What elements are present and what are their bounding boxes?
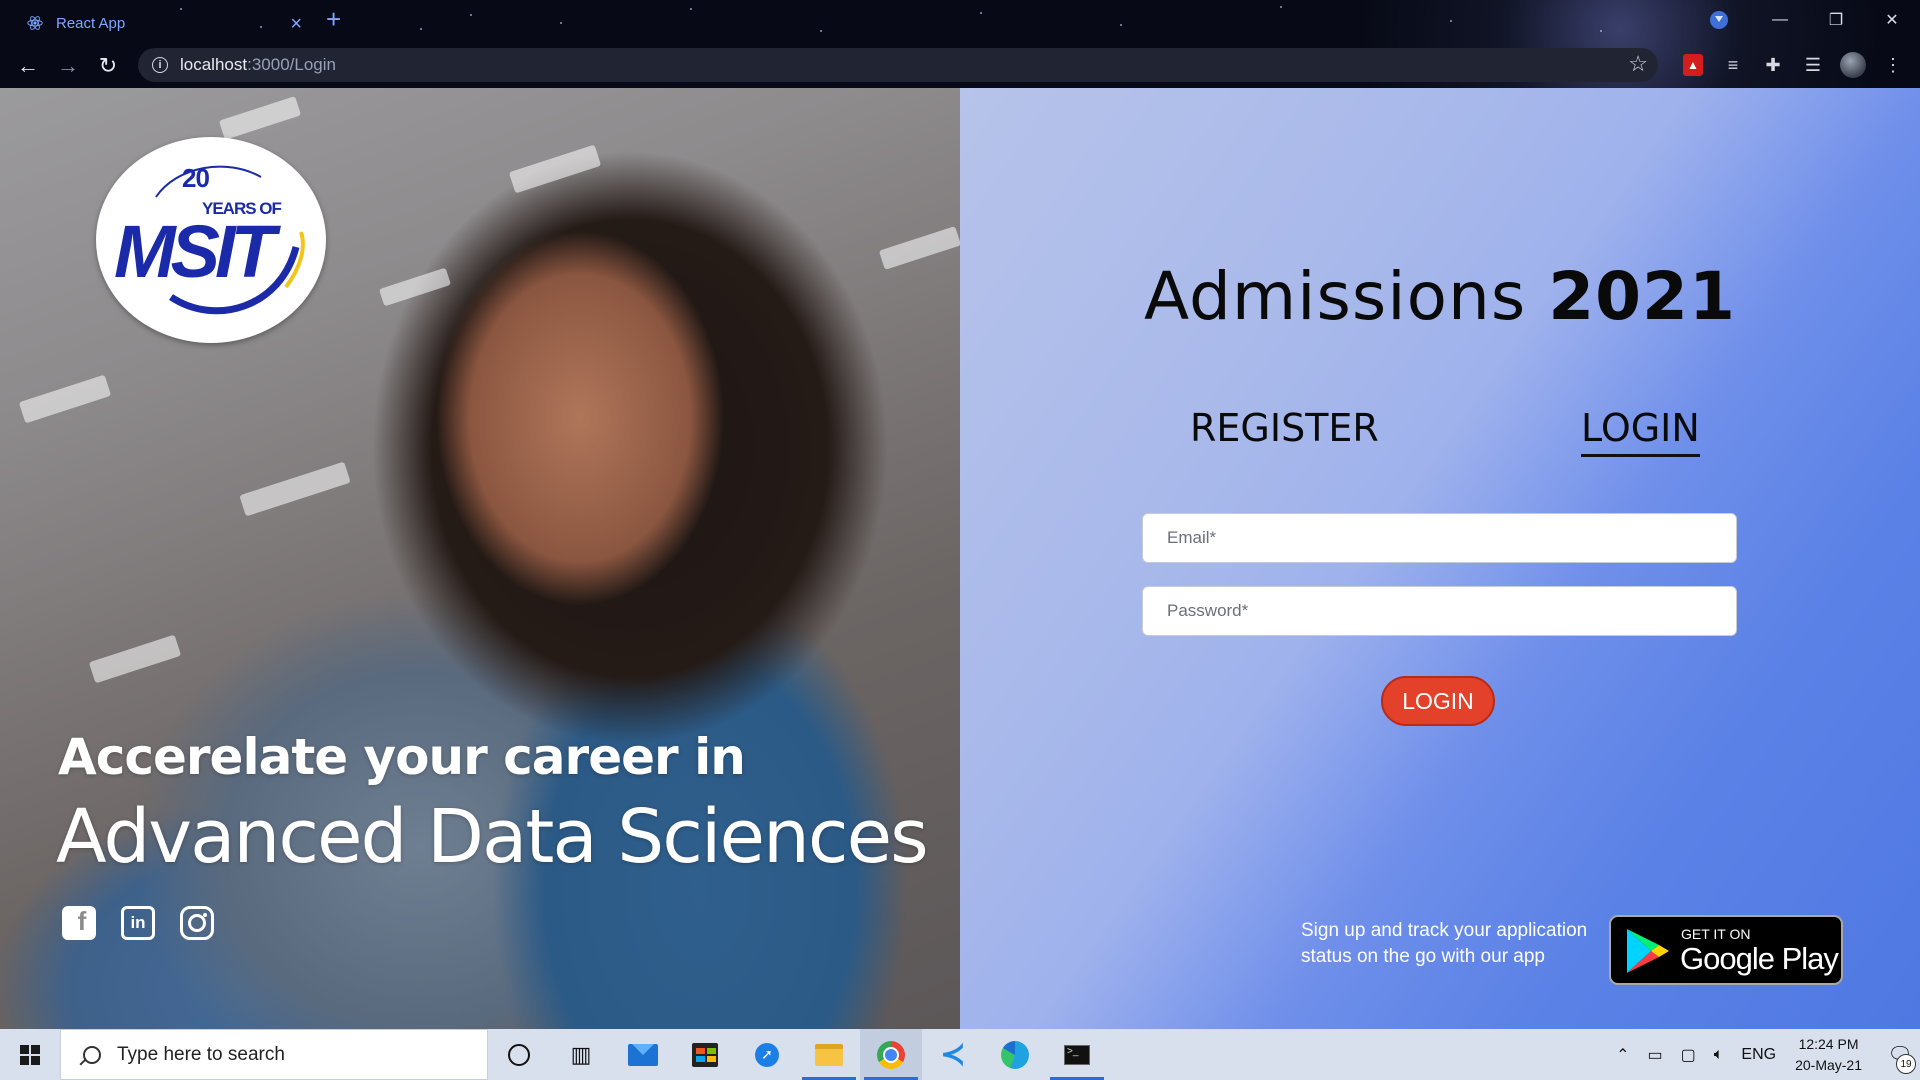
- back-icon[interactable]: ←: [8, 53, 48, 79]
- admissions-panel: Admissions 2021 REGISTER LOGIN LOGIN Sig…: [960, 88, 1920, 1029]
- login-button[interactable]: LOGIN: [1381, 676, 1495, 726]
- terminal-icon[interactable]: >_: [1046, 1029, 1108, 1080]
- react-icon: [27, 16, 43, 30]
- cortana-icon[interactable]: [488, 1029, 550, 1080]
- email-field[interactable]: [1142, 513, 1737, 563]
- new-tab-icon[interactable]: +: [326, 4, 341, 35]
- bookmark-star-icon[interactable]: ☆: [1628, 51, 1648, 77]
- tab-close-icon[interactable]: ×: [290, 13, 302, 36]
- url-path: :3000/Login: [247, 55, 336, 74]
- window-controls: — ❐ ✕: [1752, 0, 1920, 40]
- menu-kebab-icon[interactable]: ⋮: [1878, 50, 1908, 80]
- title-prefix: Admissions: [1144, 258, 1527, 335]
- clock-date: 20-May-21: [1795, 1056, 1862, 1073]
- app-promo-text: Sign up and track your application statu…: [1301, 920, 1588, 967]
- facebook-icon[interactable]: f: [62, 906, 96, 940]
- google-play-icon: [1627, 929, 1669, 973]
- instagram-icon[interactable]: [180, 906, 214, 940]
- start-button[interactable]: [0, 1029, 60, 1080]
- social-links: f in: [62, 906, 214, 940]
- logo-name: MSIT: [114, 210, 276, 293]
- store-small-text: GET IT ON: [1681, 926, 1751, 942]
- profile-download-icon[interactable]: [1710, 11, 1728, 29]
- hero-section: 20 YEARS OF MSIT Accerelate your career …: [0, 88, 960, 1029]
- chrome-icon[interactable]: [860, 1029, 922, 1080]
- volume-icon[interactable]: 🔈︎: [1714, 1046, 1724, 1064]
- notification-count-badge: 19: [1896, 1054, 1916, 1074]
- browser-chrome: React App × + — ❐ ✕ ← → ↻ i localhost:30…: [0, 0, 1920, 88]
- url-text: localhost:3000/Login: [180, 55, 336, 75]
- clock[interactable]: 12:24 PM 20-May-21: [1795, 1034, 1862, 1076]
- search-placeholder: Type here to search: [117, 1043, 285, 1065]
- mail-icon[interactable]: [612, 1029, 674, 1080]
- restore-icon[interactable]: ❐: [1808, 10, 1864, 30]
- url-host: localhost: [180, 55, 248, 74]
- address-bar[interactable]: i localhost:3000/Login ☆: [138, 48, 1658, 82]
- taskbar-search[interactable]: Type here to search: [60, 1029, 488, 1080]
- pdf-extension-icon[interactable]: ▲: [1678, 50, 1708, 80]
- vscode-icon[interactable]: ≺: [922, 1029, 984, 1080]
- browser-alt-icon[interactable]: ➚: [736, 1029, 798, 1080]
- search-icon: [83, 1045, 101, 1064]
- edge-icon[interactable]: [984, 1029, 1046, 1080]
- page-title: Admissions 2021: [1144, 258, 1736, 335]
- notification-center-icon[interactable]: 🗨︎ 19: [1880, 1029, 1920, 1080]
- media-queue-icon[interactable]: ☰: [1798, 50, 1828, 80]
- store-big-text: Google Play: [1680, 941, 1839, 976]
- file-explorer-icon[interactable]: [798, 1029, 860, 1080]
- tab-title: React App: [56, 14, 126, 32]
- msit-logo: 20 YEARS OF MSIT: [96, 137, 326, 343]
- tray-expand-icon[interactable]: ⌃: [1616, 1045, 1629, 1065]
- store-icon[interactable]: [674, 1029, 736, 1080]
- browser-toolbar: ← → ↻ i localhost:3000/Login ☆: [0, 44, 1920, 88]
- extensions-puzzle-icon[interactable]: ✚: [1758, 50, 1788, 80]
- google-play-badge[interactable]: GET IT ON Google Play: [1609, 915, 1843, 985]
- reload-icon[interactable]: ↻: [88, 53, 128, 79]
- system-tray: ⌃ ▭ ▢ 🔈︎ ENG 12:24 PM 20-May-21 🗨︎ 19: [1607, 1029, 1920, 1080]
- title-year: 2021: [1548, 258, 1736, 335]
- reading-list-icon[interactable]: ≡: [1718, 50, 1748, 80]
- windows-taskbar: Type here to search ▥ ➚ ≺ >_ ⌃ ▭ ▢ 🔈︎ EN…: [0, 1029, 1920, 1080]
- tab-login[interactable]: LOGIN: [1581, 406, 1700, 457]
- browser-tab[interactable]: React App ×: [12, 6, 312, 40]
- auth-tabs: REGISTER LOGIN: [960, 406, 1920, 466]
- close-window-icon[interactable]: ✕: [1864, 10, 1920, 30]
- password-field[interactable]: [1142, 586, 1737, 636]
- hero-tagline-line1: Accerelate your career in: [58, 728, 746, 786]
- battery-icon[interactable]: ▭: [1648, 1045, 1663, 1065]
- profile-avatar[interactable]: [1838, 50, 1868, 80]
- windows-logo-icon: [20, 1044, 40, 1065]
- logo-number: 20: [182, 163, 210, 193]
- linkedin-icon[interactable]: in: [121, 906, 155, 940]
- tab-register[interactable]: REGISTER: [1190, 406, 1379, 450]
- site-info-icon[interactable]: i: [152, 57, 168, 73]
- task-view-icon[interactable]: ▥: [550, 1029, 612, 1080]
- network-icon[interactable]: ▢: [1681, 1045, 1696, 1065]
- minimize-icon[interactable]: —: [1752, 11, 1808, 29]
- language-indicator[interactable]: ENG: [1741, 1046, 1776, 1064]
- forward-icon[interactable]: →: [48, 53, 88, 79]
- clock-time: 12:24 PM: [1798, 1035, 1859, 1052]
- hero-tagline-line2: Advanced Data Sciences: [56, 794, 929, 880]
